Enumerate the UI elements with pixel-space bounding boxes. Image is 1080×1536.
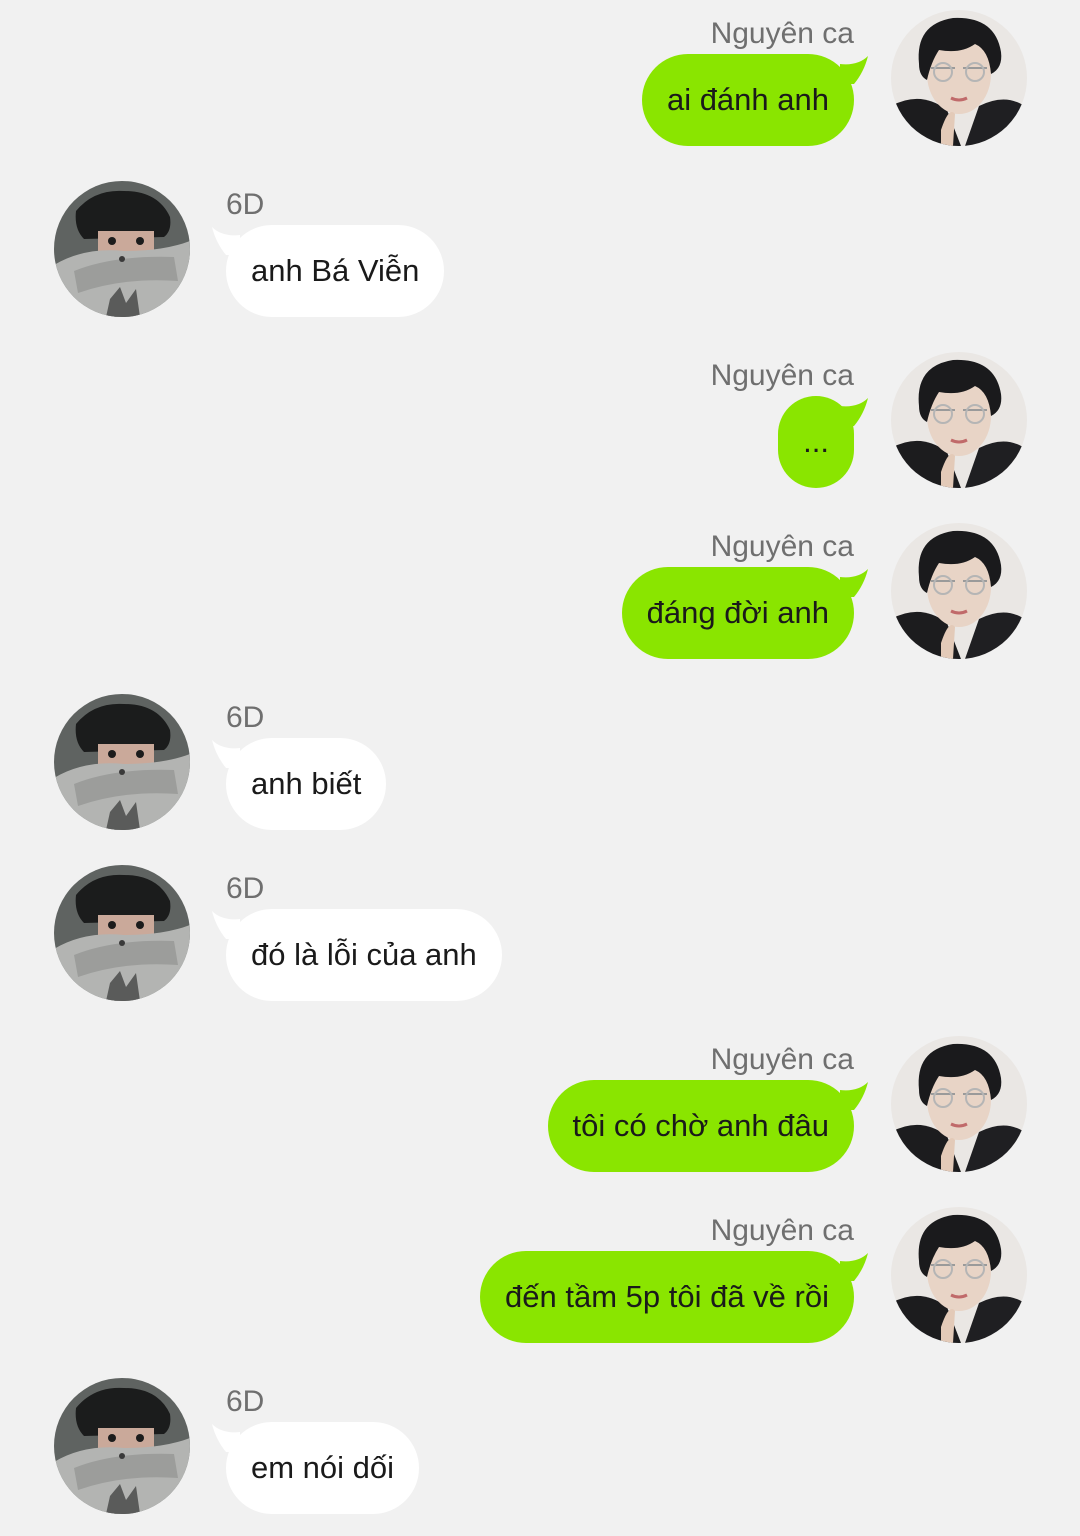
sender-name: 6D (226, 872, 265, 905)
sender-name: Nguyên ca (710, 530, 854, 563)
message-row-incoming: 6D em nói dối (0, 1378, 1080, 1518)
message-bubble[interactable]: đến tầm 5p tôi đã về rồi (480, 1251, 854, 1343)
message-row-outgoing: Nguyên ca đến tầm 5p tôi đã về rồi (0, 1207, 1080, 1347)
message-bubble[interactable]: đó là lỗi của anh (226, 909, 502, 1001)
contact-avatar-icon[interactable] (54, 865, 190, 1001)
user-avatar-icon[interactable] (891, 352, 1027, 488)
message-bubble[interactable]: ai đánh anh (641, 54, 854, 146)
contact-avatar-icon[interactable] (54, 694, 190, 830)
user-avatar-icon[interactable] (891, 1036, 1027, 1172)
sender-name: Nguyên ca (710, 1214, 854, 1247)
message-bubble[interactable]: ... (778, 396, 854, 488)
sender-name: Nguyên ca (710, 359, 854, 392)
message-bubble[interactable]: anh Bá Viễn (226, 225, 445, 317)
sender-name: Nguyên ca (710, 1043, 854, 1076)
sender-name: Nguyên ca (710, 17, 854, 50)
message-row-incoming: 6D anh Bá Viễn (0, 181, 1080, 321)
message-bubble[interactable]: anh biết (226, 738, 387, 830)
contact-avatar-icon[interactable] (54, 1378, 190, 1514)
message-row-outgoing: Nguyên ca tôi có chờ anh đâu (0, 1036, 1080, 1176)
message-row-incoming: 6D anh biết (0, 694, 1080, 834)
message-bubble[interactable]: tôi có chờ anh đâu (547, 1080, 854, 1172)
message-bubble[interactable]: đáng đời anh (621, 567, 854, 659)
sender-name: 6D (226, 188, 265, 221)
message-row-outgoing: Nguyên ca ai đánh anh (0, 10, 1080, 150)
chat-conversation: Nguyên ca ai đánh anh 6D anh Bá Viễn Ngu… (0, 0, 1080, 1536)
sender-name: 6D (226, 1385, 265, 1418)
message-row-incoming: 6D đó là lỗi của anh (0, 865, 1080, 1005)
message-row-outgoing: Nguyên ca đáng đời anh (0, 523, 1080, 663)
sender-name: 6D (226, 701, 265, 734)
message-bubble[interactable]: em nói dối (226, 1422, 420, 1514)
user-avatar-icon[interactable] (891, 10, 1027, 146)
contact-avatar-icon[interactable] (54, 181, 190, 317)
message-row-outgoing: Nguyên ca ... (0, 352, 1080, 492)
user-avatar-icon[interactable] (891, 1207, 1027, 1343)
user-avatar-icon[interactable] (891, 523, 1027, 659)
